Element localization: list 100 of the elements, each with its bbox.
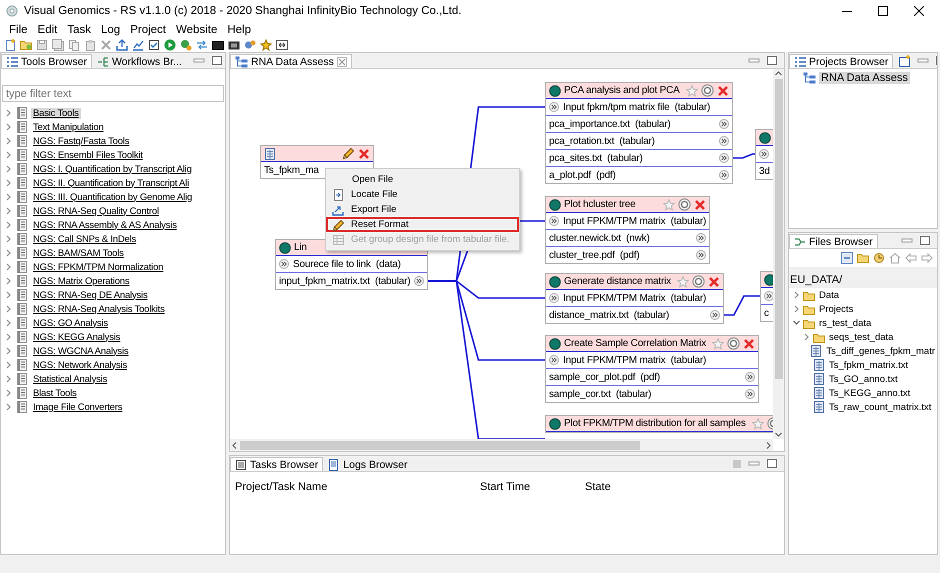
arrows-icon[interactable] <box>196 38 208 50</box>
tree-item[interactable]: Ts_diff_genes_fpkm_matr <box>824 346 937 356</box>
panel-tab[interactable]: Tasks Browser <box>230 457 324 471</box>
menu-item[interactable]: Export File <box>326 202 520 217</box>
menu-item[interactable]: Reset Format <box>326 217 520 232</box>
tree-item[interactable]: Ts_raw_count_matrix.txt <box>827 402 934 412</box>
tool-category[interactable]: NGS: GO Analysis <box>31 318 110 328</box>
tool-category[interactable]: NGS: BAM/SAM Tools <box>31 248 126 258</box>
panel-tab[interactable]: Tools Browser <box>1 54 92 68</box>
scroll-left-icon[interactable] <box>230 440 238 450</box>
tool-category[interactable]: NGS: RNA-Seq DE Analysis <box>31 290 150 300</box>
chevron-right-icon[interactable] <box>792 290 801 300</box>
menu-item[interactable]: Task <box>62 24 96 36</box>
workflow-node[interactable]: Create Sample Correlation Matrix Input FPKM/TPM matrix (tabular) sample_cor_plot.pdf (pdf) sample_cor.txt (tabular) <box>545 335 759 403</box>
tool-category[interactable]: NGS: FPKM/TPM Normalization <box>31 262 166 272</box>
input-port-icon[interactable] <box>549 293 559 303</box>
chevron-right-icon[interactable] <box>792 304 801 314</box>
star-icon[interactable] <box>663 198 676 210</box>
run-icon[interactable] <box>164 38 176 50</box>
tree-item[interactable]: Projects <box>817 304 856 314</box>
home-icon[interactable] <box>889 252 901 264</box>
tool-category[interactable]: NGS: WGCNA Analysis <box>31 346 130 356</box>
forward-arrow-icon[interactable] <box>921 252 933 264</box>
column-header[interactable]: Project/Task Name <box>235 481 480 493</box>
terminal-icon[interactable] <box>212 38 224 50</box>
menu-item[interactable]: Log <box>96 24 126 36</box>
checkbox-icon[interactable] <box>148 38 160 50</box>
workflow-node[interactable]: c <box>760 271 773 322</box>
horizontal-scrollbar[interactable] <box>230 439 773 451</box>
scroll-right-icon[interactable] <box>765 440 773 450</box>
screen-icon[interactable] <box>228 38 240 50</box>
output-port-icon[interactable] <box>718 136 729 146</box>
output-port-icon[interactable] <box>710 310 720 320</box>
tool-category[interactable]: NGS: KEGG Analysis <box>31 332 122 342</box>
copy-icon[interactable] <box>68 38 80 50</box>
expand-icon[interactable] <box>276 38 288 50</box>
paste-icon[interactable] <box>84 38 96 50</box>
new-project-icon[interactable] <box>899 54 912 66</box>
save-icon[interactable] <box>36 38 48 50</box>
output-port-icon[interactable] <box>696 250 706 260</box>
target-icon[interactable] <box>700 84 714 97</box>
input-port-icon[interactable] <box>279 259 289 269</box>
collapse-all-icon[interactable] <box>841 252 853 264</box>
tree-item[interactable]: Ts_KEGG_anno.txt <box>827 388 912 398</box>
input-port-icon[interactable] <box>759 149 769 159</box>
tool-category[interactable]: Blast Tools <box>31 388 79 398</box>
menu-item[interactable]: Project <box>125 24 171 36</box>
output-port-icon[interactable] <box>718 170 729 180</box>
gears-icon[interactable] <box>244 38 256 50</box>
workflow-node[interactable]: Generate distance matrix Input FPKM/TPM Matrix (tabular) distance_matrix.txt (tabular) <box>545 273 724 324</box>
scroll-up-icon[interactable] <box>774 69 783 77</box>
menu-item[interactable]: Website <box>171 24 222 36</box>
save-all-icon[interactable] <box>52 38 64 50</box>
star-icon[interactable] <box>752 418 764 430</box>
folder-icon[interactable] <box>857 252 869 264</box>
edit-icon[interactable] <box>342 147 355 160</box>
panel-tab[interactable]: Logs Browser <box>323 457 412 471</box>
tree-item[interactable]: Ts_fpkm_matrix.txt <box>827 360 910 370</box>
menu-item[interactable]: Edit <box>32 24 62 36</box>
refresh-icon[interactable] <box>873 252 885 264</box>
workflow-node[interactable]: PCA analysis and plot PCA Input fpkm/tpm matrix file (tabular) pca_importance.txt (tabular) pca_rotation.txt (tabular) pca_sites.txt (tabular) a_plot.pdf (pdf) <box>545 82 733 184</box>
tree-item[interactable]: rs_test_data <box>817 318 874 328</box>
target-icon[interactable] <box>678 198 692 211</box>
tree-item[interactable]: Data <box>817 290 842 300</box>
panel-tab[interactable]: Projects Browser <box>789 54 894 68</box>
folder-icon[interactable] <box>20 38 32 50</box>
target-icon[interactable] <box>692 275 705 288</box>
output-port-icon[interactable] <box>745 372 755 382</box>
chart-icon[interactable] <box>132 38 144 50</box>
menu-item[interactable]: Help <box>222 24 256 36</box>
star-arrow-icon[interactable] <box>260 38 272 50</box>
tool-category[interactable]: Statistical Analysis <box>31 374 110 384</box>
upload-icon[interactable] <box>116 38 128 50</box>
tool-category[interactable]: Basic Tools <box>31 108 81 118</box>
output-port-icon[interactable] <box>745 389 755 399</box>
back-arrow-icon[interactable] <box>905 252 917 264</box>
column-header[interactable]: State <box>585 481 779 493</box>
output-port-icon[interactable] <box>718 119 729 129</box>
output-port-icon[interactable] <box>696 233 706 243</box>
star-icon[interactable] <box>686 84 698 96</box>
tool-category[interactable]: Text Manipulation <box>31 122 106 132</box>
input-port-icon[interactable] <box>549 216 559 226</box>
delete-icon[interactable] <box>100 38 112 50</box>
tool-category[interactable]: NGS: Fastq/Fasta Tools <box>31 136 132 146</box>
star-icon[interactable] <box>712 338 724 350</box>
tool-category[interactable]: NGS: Matrix Operations <box>31 276 132 286</box>
tree-item[interactable]: RNA Data Assess <box>819 72 910 84</box>
tool-category[interactable]: NGS: RNA Assembly & AS Analysis <box>31 220 179 230</box>
filter-field[interactable]: type filter text <box>2 85 224 102</box>
tool-category[interactable]: NGS: II. Quantification by Transcript Ali <box>31 178 192 188</box>
tool-category[interactable]: NGS: RNA-Seq Analysis Toolkits <box>31 304 167 314</box>
column-header[interactable]: Start Time <box>480 481 585 493</box>
scroll-thumb[interactable] <box>774 79 782 379</box>
input-port-icon[interactable] <box>549 355 559 365</box>
star-icon[interactable] <box>676 276 689 288</box>
workflow-node[interactable]: Plot hcluster tree Input FPKM/TPM matrix (tabular) cluster.newick.txt (nwk) cluster_tree.pdf (pdf) <box>545 196 710 264</box>
target-icon[interactable] <box>727 337 740 350</box>
input-port-icon[interactable] <box>764 291 773 301</box>
menu-item[interactable]: Locate File <box>326 187 520 202</box>
maximize-icon[interactable] <box>878 6 888 16</box>
